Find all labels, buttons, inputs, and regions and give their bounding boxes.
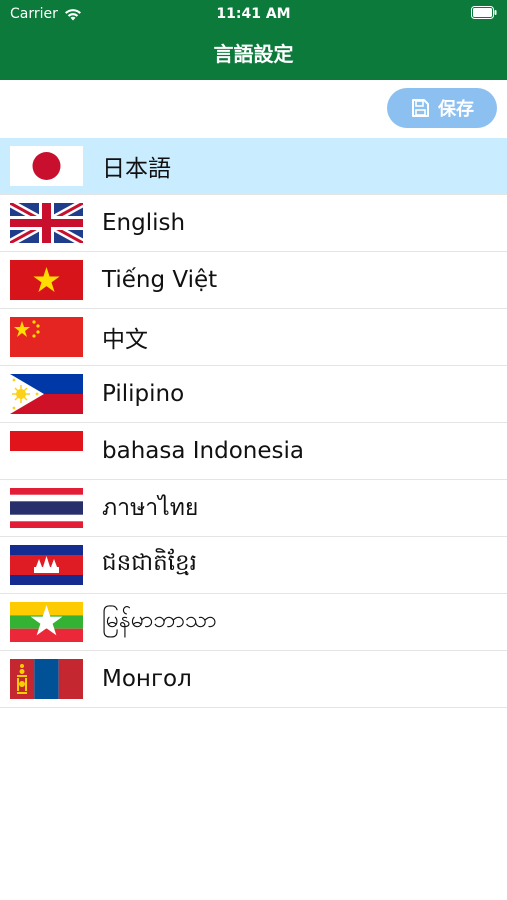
language-row-filipino[interactable]: Pilipino [0, 366, 507, 423]
page-title: 言語設定 [213, 42, 294, 66]
language-label: ជនជាតិខ្មែរ [102, 549, 197, 576]
language-row-burmese[interactable]: မြန်မာဘာသာ [0, 594, 507, 651]
language-label: Tiếng Việt [102, 267, 218, 293]
language-row-khmer[interactable]: ជនជាតិខ្មែរ [0, 537, 507, 594]
china-flag-icon [10, 317, 83, 357]
language-label: Монгол [102, 666, 192, 692]
myanmar-flag-icon [10, 602, 83, 642]
language-label: 日本語 [102, 156, 171, 182]
save-label: 保存 [438, 99, 474, 120]
uk-flag-icon [10, 203, 83, 243]
language-label: bahasa Indonesia [102, 438, 304, 464]
language-label: ภาษาไทย [102, 495, 199, 521]
language-row-indonesian[interactable]: bahasa Indonesia [0, 423, 507, 480]
mongolia-flag-icon [10, 659, 83, 699]
save-icon [412, 99, 429, 117]
language-label: မြန်မာဘာသာ [102, 607, 217, 633]
status-time: 11:41 AM [216, 6, 291, 22]
language-label: English [102, 210, 186, 236]
navigation-bar: Carrier 11:41 AM 言語設定 [0, 0, 507, 80]
language-label: 中文 [102, 327, 148, 353]
japan-flag-icon [10, 146, 83, 186]
cambodia-flag-icon [10, 545, 83, 585]
language-row-vietnamese[interactable]: Tiếng Việt [0, 252, 507, 309]
language-row-thai[interactable]: ภาษาไทย [0, 480, 507, 537]
language-row-english[interactable]: English [0, 195, 507, 252]
battery-icon [471, 6, 497, 23]
language-list: 日本語 English Tiếng Việt 中文 Pilipino bahas… [0, 138, 507, 708]
philippines-flag-icon [10, 374, 83, 414]
indonesia-flag-icon [10, 431, 83, 471]
language-row-mongolian[interactable]: Монгол [0, 651, 507, 708]
language-row-japanese[interactable]: 日本語 [0, 138, 507, 195]
thailand-flag-icon [10, 488, 83, 528]
save-button[interactable]: 保存 [387, 88, 497, 128]
status-bar: Carrier 11:41 AM [0, 0, 507, 28]
language-row-chinese[interactable]: 中文 [0, 309, 507, 366]
vietnam-flag-icon [10, 260, 83, 300]
language-label: Pilipino [102, 381, 185, 407]
